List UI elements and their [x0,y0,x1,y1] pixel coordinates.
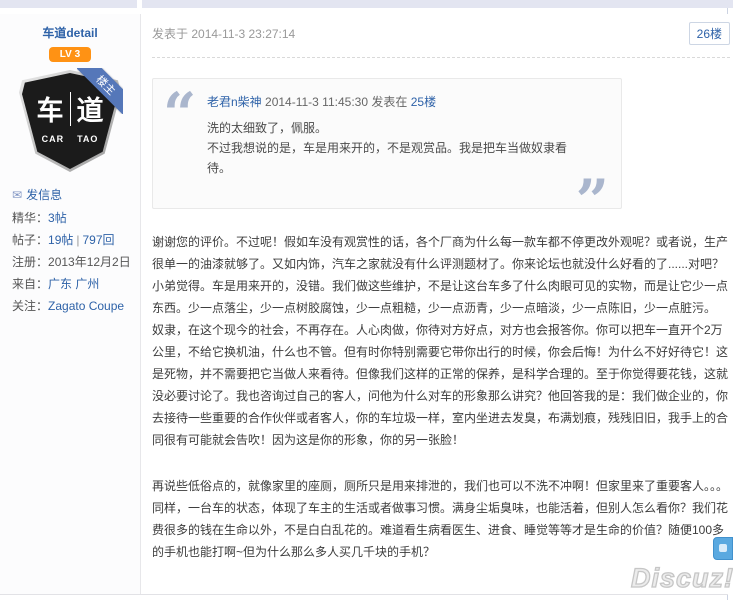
from-location-link[interactable]: 广东 广州 [48,277,99,291]
quoted-author-link[interactable]: 老君n柴神 [207,95,262,109]
post-paragraph: 谢谢您的评价。不过呢！假如车没有观赏性的话，各个厂商为什么每一款车都不停更改外观… [152,231,730,275]
stat-posts-label: 帖子： [12,233,48,247]
stat-follow: 关注：Zagato Coupe [12,295,140,317]
stripe-divider [137,0,142,8]
quoted-floor-link[interactable]: 25楼 [411,95,436,109]
floating-sidebar-button[interactable] [713,537,733,560]
ribbon-label: 楼主 [93,74,117,98]
registered-date: 2013年12月2日 [48,255,131,269]
send-message-link[interactable]: ✉ 发信息 [12,186,140,203]
post-header: 发表于 2014-11-3 23:27:14 26楼 [152,22,730,45]
posted-at-label: 发表于 [152,27,188,41]
quoted-published-label: 发表在 [371,95,407,109]
post-body: 谢谢您的评价。不过呢！假如车没有观赏性的话，各个厂商为什么每一款车都不停更改外观… [152,231,730,600]
posted-at: 发表于 2014-11-3 23:27:14 [152,22,295,42]
send-message-label: 发信息 [26,188,62,202]
post-paragraph: 小弟觉得。车是用来开的，没错。我们做这些维护，不是让这台车多了什么肉眼可见的实物… [152,275,730,319]
stat-essence: 精华：3帖 [12,207,140,229]
post-content: 发表于 2014-11-3 23:27:14 26楼 “ 老君n柴神 2014-… [141,14,733,594]
replies-count-link[interactable]: 797回 [83,233,115,247]
forum-post-page: 车道detail LV 3 车 道 CAR TAO 楼主 [0,0,733,600]
thread-starter-ribbon: 楼主 [77,68,123,114]
avatar-divider [70,92,71,126]
stat-posts: 帖子：19帖|797回 [12,229,140,251]
essence-count-link[interactable]: 3帖 [48,211,67,225]
quote-header: 老君n柴神 2014-11-3 11:45:30 发表在 25楼 [207,93,577,110]
level-badge: LV 3 [49,47,91,62]
post-paragraph: 再说些低俗点的，就像家里的座厕，厕所只是用来排泄的，我们也可以不洗不冲啊！但家里… [152,475,730,497]
quote-close-icon: ” [576,186,609,216]
avatar-sub-left: CAR [42,134,65,144]
stat-from: 来自：广东 广州 [12,273,140,295]
post-paragraph: 同样，一台车的状态，体现了车主的生活或者做事习惯。满身尘垢臭味，也能活着，但别人… [152,497,730,563]
quote-line: 洗的太细致了，佩服。 [207,118,577,138]
quote-open-icon: “ [163,99,196,129]
stat-registered-label: 注册： [12,255,48,269]
discuz-watermark: Discuz! [631,563,733,594]
stat-follow-label: 关注： [12,299,48,313]
avatar-char-left: 车 [37,89,64,128]
avatar-sub-right: TAO [77,134,98,144]
stat-from-label: 来自： [12,277,48,291]
floor-badge[interactable]: 26楼 [689,22,730,45]
author-sidebar: 车道detail LV 3 车 道 CAR TAO 楼主 [0,14,141,594]
stat-essence-label: 精华： [12,211,48,225]
stat-posts-separator: | [73,233,82,247]
envelope-icon: ✉ [12,188,22,202]
top-stripe [0,0,733,8]
quoted-post: “ 老君n柴神 2014-11-3 11:45:30 发表在 25楼 洗的太细致… [152,78,622,209]
header-separator [152,57,730,58]
floating-button-glyph [719,544,727,552]
follow-target-link[interactable]: Zagato Coupe [48,299,124,313]
threads-count-link[interactable]: 19帖 [48,233,73,247]
author-username-link[interactable]: 车道detail [0,24,140,41]
quoted-time: 2014-11-3 11:45:30 [265,95,368,109]
post-layout: 车道detail LV 3 车 道 CAR TAO 楼主 [0,14,728,595]
post-paragraph: 奴隶，在这个现今的社会，不再存在。人心肉做，你待对方好点，对方也会报答你。你可以… [152,319,730,451]
quote-line: 不过我想说的是，车是用来开的，不是观赏品。我是把车当做奴隶看待。 [207,138,577,178]
posted-at-time: 2014-11-3 23:27:14 [191,27,295,41]
avatar[interactable]: 车 道 CAR TAO 楼主 [19,70,121,172]
stat-registered: 注册：2013年12月2日 [12,251,140,273]
